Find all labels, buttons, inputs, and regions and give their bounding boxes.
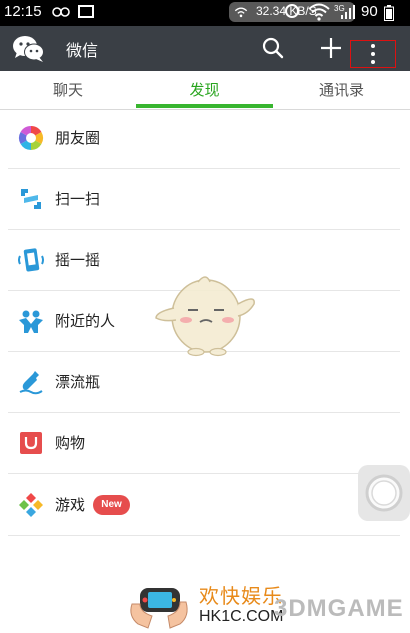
scan-icon (21, 189, 41, 209)
gamepad-hands-logo-icon (130, 588, 188, 629)
wifi-small-icon (234, 7, 248, 18)
list-item-label: 朋友圈 (55, 129, 101, 147)
battery-icon (384, 5, 394, 21)
assistive-touch-icon (365, 474, 403, 512)
drift-bottle-icon (19, 371, 43, 395)
list-item-shopping[interactable]: 购物 (0, 414, 400, 474)
divider (8, 473, 400, 474)
divider (8, 168, 400, 169)
more-button[interactable] (350, 40, 396, 68)
tab-chats[interactable]: 聊天 (0, 71, 136, 109)
active-tab-indicator (136, 104, 273, 108)
app-bar: 微信 (0, 26, 410, 71)
divider (8, 535, 400, 536)
divider (8, 412, 400, 413)
list-item-drift-bottle[interactable]: 漂流瓶 (0, 353, 400, 413)
image-notification-icon (78, 5, 94, 18)
list-item-label: 漂流瓶 (55, 373, 101, 391)
battery-level: 90 (361, 3, 378, 20)
moments-icon (18, 126, 44, 150)
loop-icon (52, 7, 70, 17)
tab-contacts[interactable]: 通讯录 (273, 71, 410, 109)
assistive-touch-button[interactable] (358, 465, 410, 521)
shopping-icon (20, 432, 42, 454)
watermark: 欢快娱乐 HK1C.COM 3DMGAME (126, 568, 406, 632)
watermark-brand: 3DMGAME (274, 595, 404, 622)
wifi-icon (308, 3, 330, 21)
app-title: 微信 (66, 41, 99, 60)
list-item-label: 扫一扫 (55, 190, 101, 208)
list-item-label: 游戏 (55, 496, 86, 514)
watermark-cn-text: 欢快娱乐 (199, 584, 283, 608)
games-icon (19, 493, 43, 517)
status-time: 12:15 (4, 3, 42, 20)
wechat-logo-icon (13, 36, 44, 62)
tab-bar: 聊天 发现 通讯录 (0, 71, 410, 110)
list-item-label: 购物 (55, 434, 86, 452)
mascot-sticker-icon (155, 276, 255, 357)
shake-icon (18, 248, 44, 272)
divider (8, 229, 400, 230)
list-item-moments[interactable]: 朋友圈 (0, 109, 400, 169)
list-item-games[interactable]: 游戏 New (0, 476, 400, 536)
list-item-label: 摇一摇 (55, 251, 101, 269)
k-circle-icon (285, 4, 299, 18)
watermark-site: HK1C.COM (199, 608, 284, 625)
search-icon[interactable] (260, 35, 286, 61)
new-badge: New (93, 495, 130, 515)
more-icon (371, 44, 375, 64)
list-item-label: 附近的人 (55, 312, 116, 330)
status-bar: 12:15 32.34 KB/S 3G 90 (0, 0, 410, 26)
list-item-scan[interactable]: 扫一扫 (0, 170, 400, 230)
people-nearby-icon (19, 310, 43, 333)
plus-icon[interactable] (318, 35, 344, 61)
signal-icon (341, 5, 355, 19)
